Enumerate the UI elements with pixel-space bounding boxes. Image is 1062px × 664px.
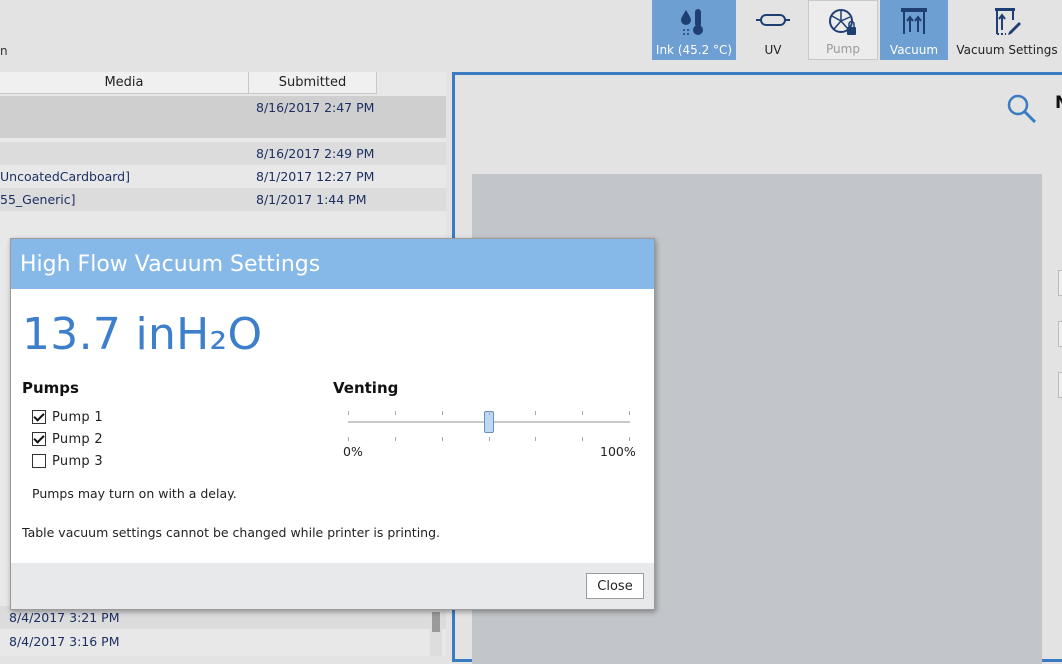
dialog-titlebar: High Flow Vacuum Settings bbox=[11, 239, 654, 289]
venting-max-label: 100% bbox=[600, 444, 636, 459]
slider-tick bbox=[535, 437, 536, 441]
search-icon[interactable] bbox=[1006, 93, 1038, 129]
vacuum-icon bbox=[899, 6, 929, 39]
slider-tick bbox=[348, 411, 349, 415]
vacuum-settings-dialog: High Flow Vacuum Settings 13.7 inH₂O Pum… bbox=[10, 238, 655, 610]
row-media: 55_Generic] bbox=[0, 192, 76, 207]
ink-button[interactable]: Ink (45.2 °C) bbox=[652, 0, 736, 60]
row-media: UncoatedCardboard] bbox=[0, 169, 130, 184]
vacuum-settings-icon bbox=[992, 6, 1022, 41]
pump-1-label: Pump 1 bbox=[52, 409, 103, 425]
pump-2-label: Pump 2 bbox=[52, 431, 103, 447]
slider-tick bbox=[629, 411, 630, 415]
scrollbar-thumb[interactable] bbox=[432, 612, 440, 632]
slider-tick bbox=[395, 411, 396, 415]
pump-button[interactable]: Pump bbox=[808, 0, 878, 60]
pump-3-label: Pump 3 bbox=[52, 453, 103, 469]
dialog-footer: Close bbox=[11, 563, 654, 609]
side-control[interactable] bbox=[1058, 321, 1062, 347]
vacuum-settings-button[interactable]: Vacuum Settings bbox=[952, 0, 1062, 60]
preview-title: N bbox=[1055, 93, 1062, 113]
row-submitted: 8/4/2017 3:21 PM bbox=[9, 610, 120, 625]
row-submitted: 8/16/2017 2:49 PM bbox=[256, 146, 375, 161]
venting-slider[interactable] bbox=[348, 403, 630, 443]
vacuum-reading: 13.7 inH₂O bbox=[22, 309, 263, 360]
column-header-submitted-label: Submitted bbox=[278, 75, 347, 90]
slider-tick bbox=[442, 437, 443, 441]
table-row[interactable]: 55_Generic] 8/1/2017 1:44 PM bbox=[0, 188, 446, 211]
checkbox-checked[interactable] bbox=[32, 432, 46, 446]
pump-3-checkbox[interactable]: Pump 3 bbox=[32, 452, 103, 470]
uv-button[interactable]: UV bbox=[738, 0, 808, 60]
job-list-scrollbar[interactable] bbox=[430, 612, 442, 656]
table-row[interactable]: 8/16/2017 2:47 PM bbox=[0, 96, 446, 138]
slider-tick bbox=[629, 437, 630, 441]
venting-min-label: 0% bbox=[343, 444, 363, 459]
table-row[interactable]: UncoatedCardboard] 8/1/2017 12:27 PM bbox=[0, 165, 446, 188]
table-row[interactable]: 8/4/2017 3:16 PM bbox=[0, 630, 446, 653]
ink-thermometer-icon bbox=[678, 6, 710, 41]
side-control[interactable] bbox=[1058, 270, 1062, 296]
slider-tick bbox=[535, 411, 536, 415]
pump-icon bbox=[827, 7, 859, 42]
vacuum-button[interactable]: Vacuum bbox=[880, 0, 948, 60]
slider-tick bbox=[348, 437, 349, 441]
uv-lamp-icon bbox=[755, 6, 791, 37]
side-control[interactable] bbox=[1058, 372, 1062, 398]
pump-delay-note: Pumps may turn on with a delay. bbox=[32, 486, 237, 501]
pumps-heading: Pumps bbox=[22, 379, 79, 397]
slider-tick bbox=[395, 437, 396, 441]
pump-2-checkbox[interactable]: Pump 2 bbox=[32, 430, 103, 448]
vacuum-button-label: Vacuum bbox=[889, 43, 939, 57]
toolbar-left-text: n bbox=[0, 44, 8, 58]
row-submitted: 8/4/2017 3:16 PM bbox=[9, 634, 120, 649]
ink-button-label: Ink (45.2 °C) bbox=[655, 43, 733, 57]
column-header-media[interactable]: Media bbox=[0, 72, 249, 94]
slider-tick bbox=[582, 411, 583, 415]
pump-1-checkbox[interactable]: Pump 1 bbox=[32, 408, 103, 426]
row-submitted: 8/1/2017 12:27 PM bbox=[256, 169, 375, 184]
pump-button-label: Pump bbox=[826, 42, 860, 56]
uv-button-label: UV bbox=[764, 43, 782, 57]
slider-tick bbox=[489, 437, 490, 441]
printing-note: Table vacuum settings cannot be changed … bbox=[22, 525, 441, 540]
toolbar: n Ink (45.2 °C) UV Pump Vacuum Vacuum Se… bbox=[0, 0, 1062, 62]
venting-heading: Venting bbox=[333, 379, 399, 397]
slider-tick bbox=[489, 411, 490, 415]
dialog-title: High Flow Vacuum Settings bbox=[20, 252, 321, 277]
column-header-media-label: Media bbox=[104, 75, 144, 90]
slider-tick bbox=[582, 437, 583, 441]
row-submitted: 8/1/2017 1:44 PM bbox=[256, 192, 367, 207]
vacuum-settings-button-label: Vacuum Settings bbox=[956, 43, 1058, 57]
row-submitted: 8/16/2017 2:47 PM bbox=[256, 100, 375, 115]
checkbox-checked[interactable] bbox=[32, 410, 46, 424]
table-row[interactable]: 8/16/2017 2:49 PM bbox=[0, 142, 446, 165]
close-button[interactable]: Close bbox=[586, 573, 644, 599]
slider-tick bbox=[442, 411, 443, 415]
checkbox-unchecked[interactable] bbox=[32, 454, 46, 468]
column-header-submitted[interactable]: Submitted bbox=[249, 72, 377, 94]
